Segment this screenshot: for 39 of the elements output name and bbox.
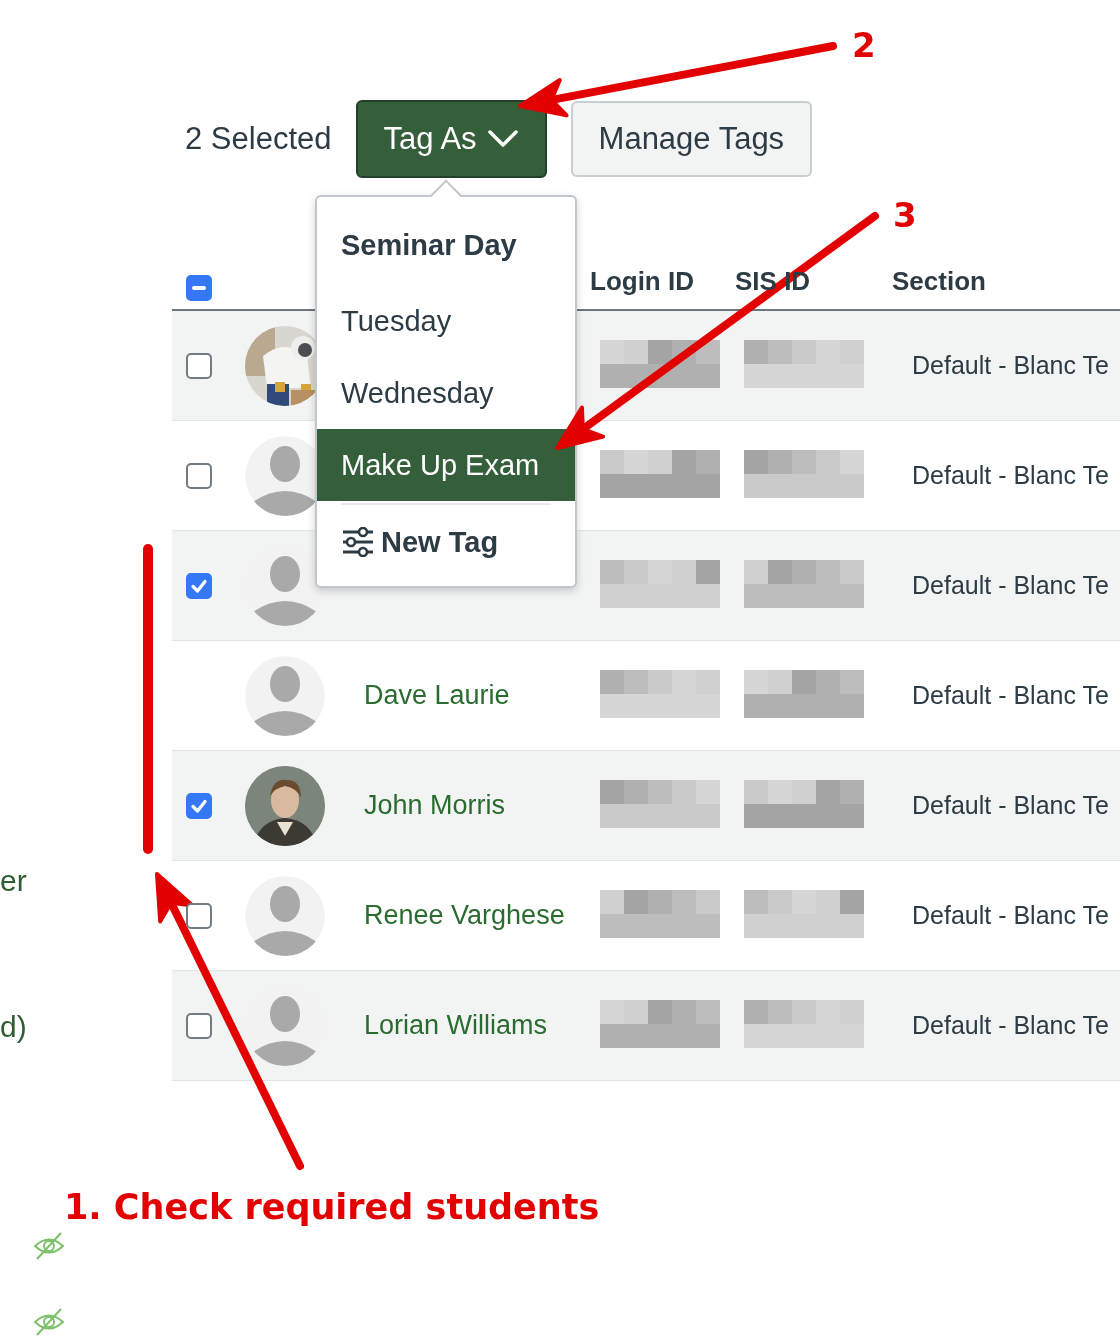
checkbox[interactable] bbox=[186, 1012, 212, 1039]
checkbox[interactable] bbox=[186, 572, 212, 599]
menu-item[interactable]: Wednesday bbox=[317, 357, 575, 429]
checkbox[interactable] bbox=[186, 792, 212, 819]
section-name: Default - Blanc Te bbox=[912, 1011, 1109, 1039]
section-name: Default - Blanc Te bbox=[912, 901, 1109, 929]
new-tag-menu-item[interactable]: New Tag bbox=[317, 506, 575, 578]
student-name-link[interactable]: John Morris bbox=[364, 790, 506, 820]
text-fragment: d) bbox=[0, 1009, 28, 1045]
menu-item[interactable]: Make Up Exam bbox=[317, 429, 575, 501]
student-name-link[interactable]: Renee Varghese bbox=[364, 900, 565, 930]
checkbox[interactable] bbox=[186, 352, 212, 379]
person-silhouette-icon bbox=[245, 655, 325, 736]
annotation-caption: 1. Check required students bbox=[64, 1186, 600, 1228]
checkbox[interactable] bbox=[186, 462, 212, 489]
menu-item[interactable]: Tuesday bbox=[317, 285, 575, 357]
section-name: Default - Blanc Te bbox=[912, 351, 1109, 379]
eye-slash-icon[interactable] bbox=[33, 1231, 65, 1261]
selection-count: 2 Selected bbox=[185, 121, 332, 157]
step-number: 2 bbox=[852, 28, 876, 62]
student-name-link[interactable]: Lorian Williams bbox=[364, 1010, 548, 1040]
chevron-down-icon bbox=[486, 129, 519, 149]
text-fragment: er bbox=[0, 863, 28, 899]
checkbox[interactable] bbox=[186, 902, 212, 929]
section-name: Default - Blanc Te bbox=[912, 791, 1109, 819]
step-number: 3 bbox=[893, 198, 917, 232]
menu-group-heading: Seminar Day bbox=[340, 227, 518, 263]
section-name: Default - Blanc Te bbox=[912, 571, 1109, 599]
person-silhouette-icon bbox=[245, 875, 325, 956]
tag-as-button[interactable]: Tag As bbox=[355, 100, 547, 178]
section-name: Default - Blanc Te bbox=[912, 681, 1109, 709]
sliders-icon bbox=[341, 527, 375, 557]
column-header[interactable]: Section bbox=[892, 266, 986, 309]
select-all-checkbox[interactable] bbox=[186, 275, 212, 301]
manage-tags-button[interactable]: Manage Tags bbox=[570, 101, 813, 177]
eye-slash-icon[interactable] bbox=[33, 1307, 65, 1337]
column-header[interactable]: Login ID bbox=[590, 266, 694, 309]
student-name-link[interactable]: Dave Laurie bbox=[364, 680, 510, 710]
section-name: Default - Blanc Te bbox=[912, 461, 1109, 489]
